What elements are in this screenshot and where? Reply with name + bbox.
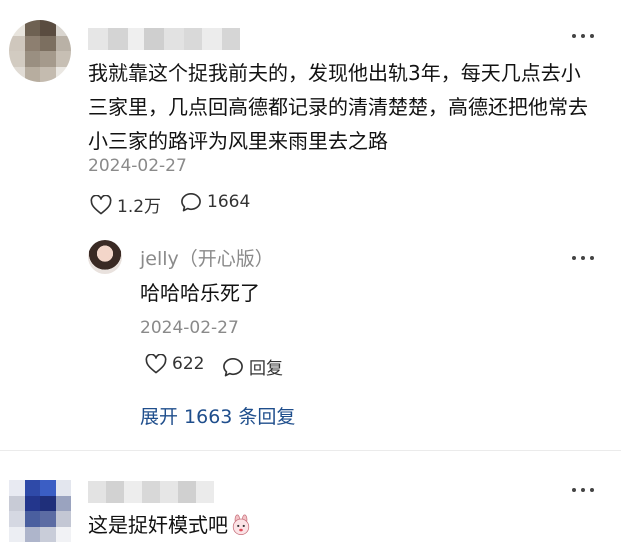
comment-bubble-icon xyxy=(181,193,201,212)
reply-like-count: 622 xyxy=(172,354,205,374)
more-dots-icon[interactable] xyxy=(572,486,594,494)
reply-text: 哈哈哈乐死了 xyxy=(140,281,260,305)
reply-button[interactable]: 回复 xyxy=(222,354,283,379)
reply-avatar[interactable] xyxy=(88,240,122,274)
reply-author-name[interactable]: jelly（开心版） xyxy=(140,244,274,271)
commenter-avatar-blurred[interactable] xyxy=(9,20,71,82)
comment-text: 这是捉奸模式吧 xyxy=(88,508,252,542)
comment-text-content: 这是捉奸模式吧 xyxy=(88,513,228,537)
comment-divider xyxy=(0,450,621,451)
reply-count: 1664 xyxy=(207,192,251,212)
like-button[interactable]: 1.2万 xyxy=(90,192,161,217)
commenter-name-blurred xyxy=(88,28,240,50)
heart-icon xyxy=(90,194,112,214)
more-dots-icon[interactable] xyxy=(572,254,594,262)
commenter-avatar-blurred[interactable] xyxy=(9,480,71,542)
heart-icon xyxy=(145,354,167,374)
comment-text: 我就靠这个捉我前夫的，发现他出轨3年，每天几点去小三家里，几点回高德都记录的清清… xyxy=(88,61,588,153)
rabbit-face-emoji xyxy=(232,514,250,535)
like-count: 1.2万 xyxy=(117,197,162,217)
reply-count-button[interactable]: 1664 xyxy=(180,192,250,212)
more-dots-icon[interactable] xyxy=(572,32,594,40)
comment-date: 2024-02-27 xyxy=(88,156,187,176)
expand-replies-link[interactable]: 展开 1663 条回复 xyxy=(140,402,295,429)
commenter-name-blurred xyxy=(88,481,214,503)
reply-like-button[interactable]: 622 xyxy=(145,354,204,374)
comment-bubble-icon xyxy=(223,357,243,376)
reply-date: 2024-02-27 xyxy=(140,318,239,338)
reply-label: 回复 xyxy=(249,359,283,379)
